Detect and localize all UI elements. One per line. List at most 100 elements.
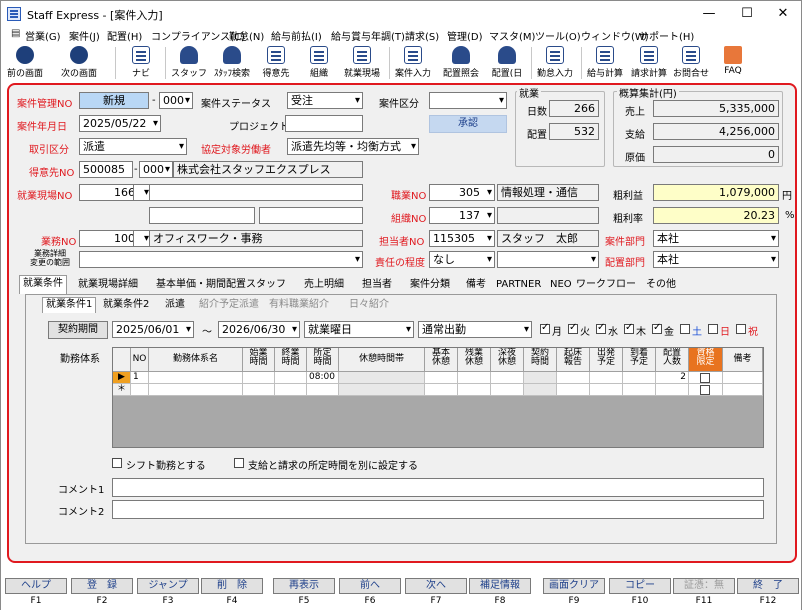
row2-night-break[interactable] xyxy=(491,384,524,396)
row2-ninzu[interactable] xyxy=(656,384,689,396)
row1-depart[interactable] xyxy=(590,372,623,384)
tab-bunrui[interactable]: 案件分類 xyxy=(407,277,453,294)
day-tue-checkbox[interactable] xyxy=(568,322,578,334)
row2-basic-break[interactable] xyxy=(425,384,458,396)
approve-button[interactable]: 承認 xyxy=(429,115,507,133)
menu-item-kyuyo[interactable]: 給与賞与年調(T) xyxy=(331,28,405,43)
row2-no[interactable] xyxy=(131,384,149,396)
row2-depart[interactable] xyxy=(590,384,623,396)
menu-item-maebarai[interactable]: 給与前払(I) xyxy=(271,28,322,43)
toolbar-placement-inquiry-button[interactable]: 配置照会 xyxy=(439,43,483,83)
menu-item-haichi[interactable]: 配置(H) xyxy=(107,28,142,43)
toolbar-attendance-button[interactable]: 勤怠入力 xyxy=(533,43,577,83)
toolbar-billing-button[interactable]: 請求計算 xyxy=(627,43,671,83)
day-thu-checkbox[interactable] xyxy=(624,322,634,334)
toolbar-customer-button[interactable]: 得意先 xyxy=(257,43,295,83)
day-sun-checkbox[interactable] xyxy=(708,324,718,334)
menu-item-support[interactable]: サポート(H) xyxy=(639,28,694,43)
tab-tanto[interactable]: 担当者 xyxy=(359,277,395,294)
toolbar-faq-button[interactable]: FAQ xyxy=(715,43,751,83)
minimize-button[interactable]: — xyxy=(691,1,727,27)
sekinin-select[interactable]: なし xyxy=(429,251,495,268)
row1-break-band[interactable] xyxy=(339,372,425,384)
case-kubun-select[interactable] xyxy=(429,92,507,109)
toolbar-staff-search-button[interactable]: ｽﾀｯﾌ検索 xyxy=(209,43,255,83)
haichi-bumon-select[interactable]: 本社 xyxy=(653,251,779,268)
row1-night-break[interactable] xyxy=(491,372,524,384)
tokui-no-field[interactable]: 500085 xyxy=(79,161,133,178)
genba-name-field[interactable] xyxy=(149,184,363,201)
tanto-select[interactable]: 115305 xyxy=(429,230,495,247)
subtab-joken1[interactable]: 就業条件1 xyxy=(42,297,97,313)
row2-arrive[interactable] xyxy=(623,384,656,396)
row2-shikaku-checkbox[interactable] xyxy=(700,385,710,395)
toolbar-inquiry-button[interactable]: お問合せ xyxy=(669,43,713,83)
row2-shotei[interactable] xyxy=(307,384,339,396)
row1-end[interactable] xyxy=(275,372,307,384)
row1-shikaku-checkbox[interactable] xyxy=(700,373,710,383)
genba-extra-field-1[interactable] xyxy=(149,207,255,224)
tab-neo[interactable]: NEO xyxy=(547,277,575,294)
row2-break-band[interactable] xyxy=(339,384,425,396)
tab-shugyo-joken[interactable]: 就業条件 xyxy=(19,275,67,294)
tab-biko[interactable]: 備考 xyxy=(463,277,489,294)
row1-no[interactable]: 1 xyxy=(131,372,149,384)
toolbar-forward-button[interactable]: 次の画面 xyxy=(57,43,101,83)
f7-next-button[interactable]: 次へ xyxy=(405,578,467,594)
menu-item-tool[interactable]: ツール(O) xyxy=(535,28,581,43)
toolbar-staff-button[interactable]: スタッフ xyxy=(171,43,207,83)
row1-biko[interactable] xyxy=(723,372,763,384)
menu-item-kintai[interactable]: 勤怠(N) xyxy=(229,28,264,43)
kyotei-select[interactable]: 派遣先均等・均衡方式 xyxy=(287,138,419,155)
case-date-picker[interactable]: 2025/05/22 xyxy=(79,115,161,132)
tab-uriage[interactable]: 売上明細 xyxy=(301,277,347,294)
sekinin-extra-select[interactable] xyxy=(497,251,599,268)
close-button[interactable]: ✕ xyxy=(765,1,801,27)
shift-checkbox[interactable] xyxy=(112,458,122,468)
period-end-picker[interactable]: 2026/06/30 xyxy=(218,321,300,338)
row1-basic-break[interactable] xyxy=(425,372,458,384)
row1-start[interactable] xyxy=(243,372,275,384)
row-selector-new[interactable]: ＊ xyxy=(113,384,131,396)
row2-end[interactable] xyxy=(275,384,307,396)
toolbar-navi-button[interactable]: ナビ xyxy=(123,43,159,83)
day-mon-checkbox[interactable] xyxy=(540,322,550,334)
row1-ninzu[interactable]: 2 xyxy=(656,372,689,384)
henko-select[interactable] xyxy=(79,251,363,268)
contract-period-button[interactable]: 契約期間 xyxy=(48,321,108,339)
soshiki-select[interactable]: 137 xyxy=(429,207,495,224)
toolbar-payroll-button[interactable]: 給与計算 xyxy=(583,43,627,83)
f8-supplement-button[interactable]: 補足情報 xyxy=(469,578,531,594)
row1-name[interactable] xyxy=(149,372,243,384)
work-type-select[interactable]: 通常出勤 xyxy=(418,321,532,338)
row2-name[interactable] xyxy=(149,384,243,396)
subtab-yuryo[interactable]: 有料職業紹介 xyxy=(266,298,332,314)
menu-item-master[interactable]: マスタ(M) xyxy=(489,28,535,43)
toolbar-org-button[interactable]: 組織 xyxy=(301,43,337,83)
f2-save-button[interactable]: 登 録 xyxy=(71,578,133,594)
f11-evidence-button[interactable]: 証憑：無 xyxy=(673,578,735,594)
gyomu-no-field[interactable]: 100 xyxy=(79,230,139,247)
genba-extra-field-2[interactable] xyxy=(259,207,363,224)
subtab-joken2[interactable]: 就業条件2 xyxy=(100,298,152,314)
row1-arrive[interactable] xyxy=(623,372,656,384)
row1-ot-break[interactable] xyxy=(458,372,491,384)
shokugyo-select[interactable]: 305 xyxy=(429,184,495,201)
f5-refresh-button[interactable]: 再表示 xyxy=(273,578,335,594)
row2-biko[interactable] xyxy=(723,384,763,396)
row-selector-current[interactable]: ▶ xyxy=(113,372,131,384)
f3-jump-button[interactable]: ジャンプ xyxy=(137,578,199,594)
day-type-select[interactable]: 就業曜日 xyxy=(304,321,414,338)
case-no-field[interactable]: 新規 xyxy=(79,92,149,109)
tab-workflow[interactable]: ワークフロー xyxy=(573,277,639,294)
comment2-field[interactable] xyxy=(112,500,764,519)
day-fri-checkbox[interactable] xyxy=(652,322,662,334)
menu-item-seikyu[interactable]: 請求(S) xyxy=(405,28,439,43)
row1-wakeup[interactable] xyxy=(557,372,590,384)
row2-ot-break[interactable] xyxy=(458,384,491,396)
genba-no-field[interactable]: 166 xyxy=(79,184,139,201)
bumon-select[interactable]: 本社 xyxy=(653,230,779,247)
period-start-picker[interactable]: 2025/06/01 xyxy=(112,321,194,338)
tab-other[interactable]: その他 xyxy=(643,277,679,294)
menu-item-kanri[interactable]: 管理(D) xyxy=(447,28,483,43)
